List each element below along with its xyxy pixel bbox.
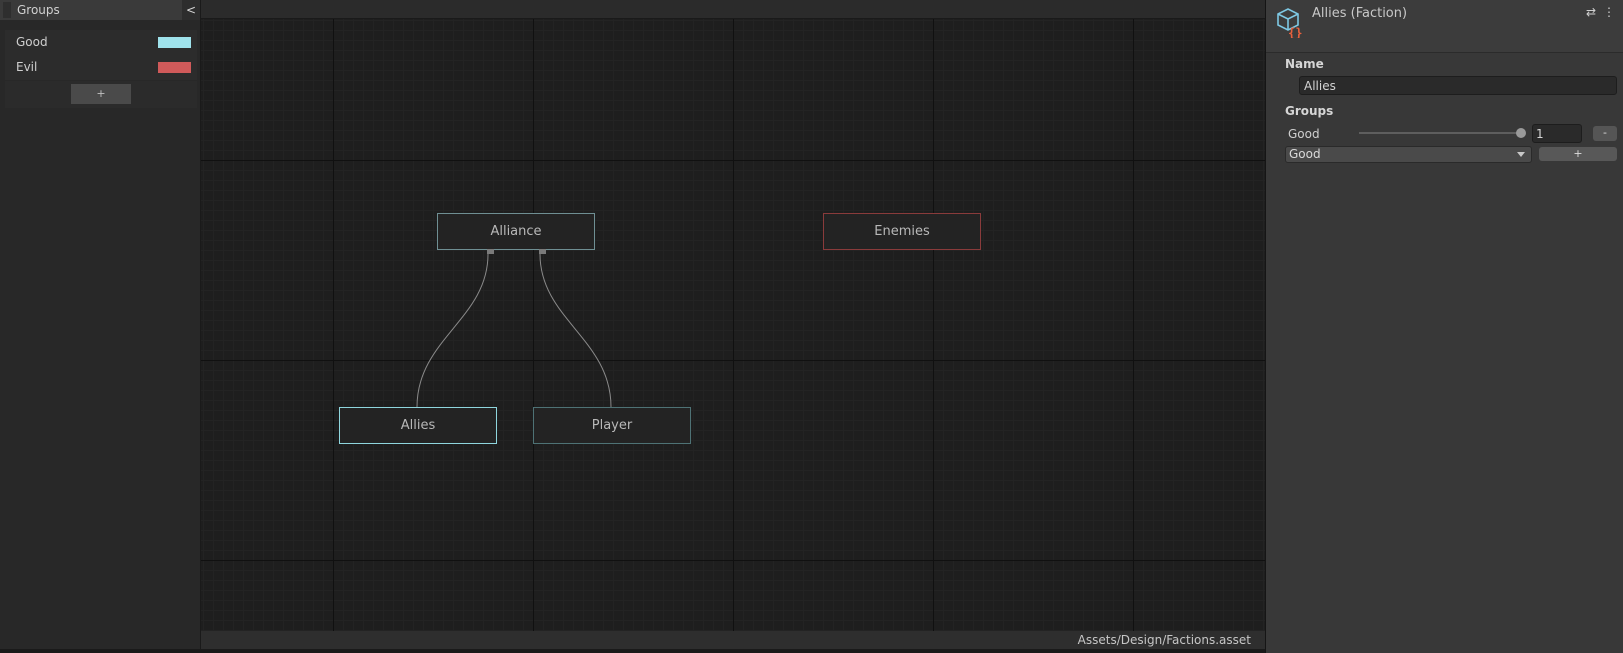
groups-panel-title: Groups xyxy=(17,3,60,17)
chevron-down-icon xyxy=(1517,152,1525,157)
name-field[interactable] xyxy=(1299,76,1617,95)
group-add-row: + xyxy=(5,81,197,108)
node-label: Player xyxy=(591,418,633,433)
groups-section-label: Groups xyxy=(1285,104,1334,118)
group-row-evil[interactable]: Evil xyxy=(5,55,197,80)
node-label: Allies xyxy=(400,418,436,433)
inspector-panel: {} Allies (Faction) ⇄ ⋮ Name Groups Good… xyxy=(1265,0,1623,653)
group-color-swatch[interactable] xyxy=(158,62,191,73)
graph-edges xyxy=(416,253,612,408)
group-weight-slider[interactable] xyxy=(1359,132,1523,134)
add-group-button[interactable]: + xyxy=(71,84,131,104)
asset-path: Assets/Design/Factions.asset xyxy=(1077,633,1251,647)
remove-group-button[interactable]: - xyxy=(1593,126,1617,141)
collapse-panel-button[interactable]: < xyxy=(182,0,200,20)
add-group-entry-button[interactable]: + xyxy=(1539,147,1617,161)
more-options-icon[interactable]: ⋮ xyxy=(1603,5,1615,19)
group-dropdown-value: Good xyxy=(1289,147,1321,161)
node-allies[interactable]: Allies xyxy=(339,407,497,444)
group-label: Good xyxy=(16,35,48,49)
edge-alliance-to-player xyxy=(539,253,612,408)
scriptable-object-icon: {} xyxy=(1277,8,1302,38)
node-alliance[interactable]: Alliance xyxy=(437,213,595,254)
settings-sliders-icon[interactable]: ⇄ xyxy=(1586,5,1596,19)
group-color-swatch[interactable] xyxy=(158,37,191,48)
node-label: Alliance xyxy=(490,224,542,239)
slider-thumb[interactable] xyxy=(1516,128,1526,138)
group-list: Good Evil + xyxy=(5,30,197,108)
group-weight-field[interactable] xyxy=(1532,124,1582,143)
panel-grip-icon[interactable] xyxy=(3,2,11,18)
group-row-good[interactable]: Good xyxy=(5,30,197,55)
name-section-label: Name xyxy=(1285,57,1324,71)
group-label: Evil xyxy=(16,60,38,74)
output-port[interactable] xyxy=(539,249,546,254)
groups-panel: Groups < Good Evil + xyxy=(0,0,201,653)
faction-graph-canvas[interactable]: Alliance Enemies Allies Player xyxy=(201,19,1265,631)
status-bar: Assets/Design/Factions.asset xyxy=(201,631,1265,649)
groups-panel-header: Groups < xyxy=(0,0,200,20)
group-entry-label: Good xyxy=(1288,127,1320,141)
group-dropdown[interactable]: Good xyxy=(1285,146,1532,163)
node-player[interactable]: Player xyxy=(533,407,691,444)
inspector-title: Allies (Faction) xyxy=(1312,6,1408,21)
inspector-header: {} Allies (Faction) ⇄ ⋮ xyxy=(1266,0,1623,53)
output-port[interactable] xyxy=(487,249,494,254)
node-enemies[interactable]: Enemies xyxy=(823,213,981,250)
svg-text:{}: {} xyxy=(1288,26,1302,38)
edge-alliance-to-allies xyxy=(416,253,489,408)
node-label: Enemies xyxy=(874,224,930,239)
graph-toolbar xyxy=(201,0,1265,19)
